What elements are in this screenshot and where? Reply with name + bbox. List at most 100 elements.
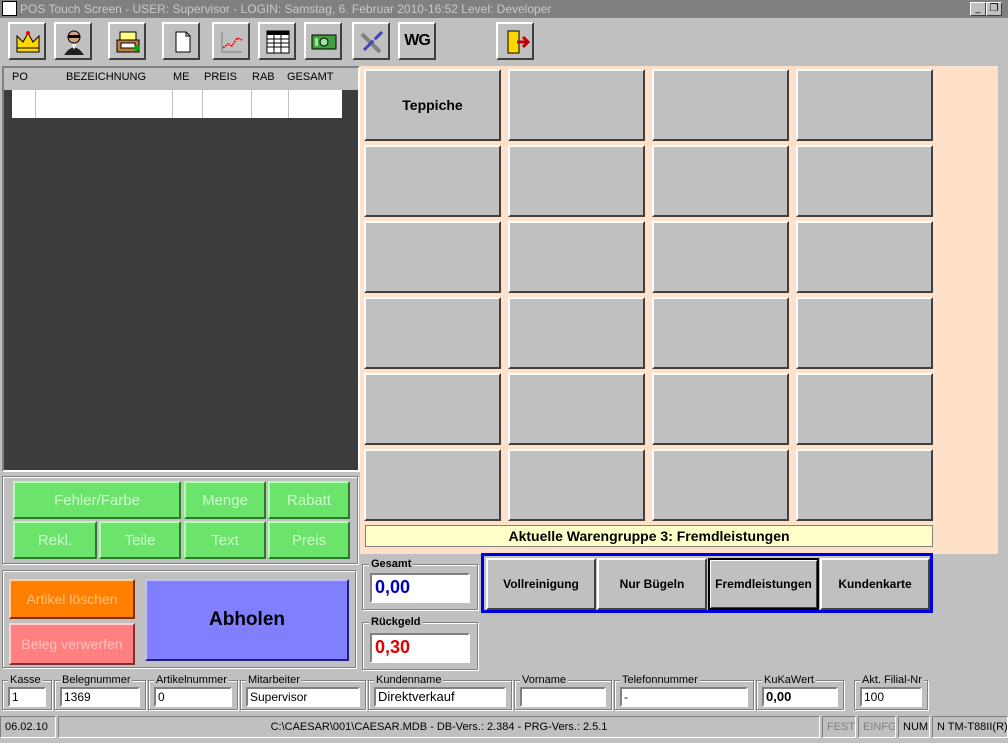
kundenname-field[interactable]: Direktverkauf — [374, 687, 506, 707]
product-button-empty[interactable] — [364, 373, 501, 445]
receipt-header: PO BEZEICHNUNG ME PREIS RAB GESAMT — [4, 68, 358, 90]
product-button-empty[interactable] — [796, 145, 933, 217]
status-einfg: EINFG — [858, 716, 896, 738]
app-icon — [2, 1, 17, 16]
product-button-empty[interactable] — [508, 69, 645, 141]
artikel-loeschen-button[interactable]: Artikel löschen — [9, 579, 135, 619]
rekl-button[interactable]: Rekl. — [13, 521, 97, 559]
table-button[interactable] — [258, 22, 296, 60]
column-gesamt: GESAMT — [287, 71, 334, 83]
product-button-empty[interactable] — [508, 373, 645, 445]
product-button-teppiche[interactable]: Teppiche — [364, 69, 501, 141]
product-button-empty[interactable] — [652, 145, 789, 217]
filial-field[interactable]: 100 — [860, 687, 922, 707]
cash-register-button[interactable] — [108, 22, 146, 60]
product-button-empty[interactable] — [796, 449, 933, 521]
receipt-table: PO BEZEICHNUNG ME PREIS RAB GESAMT — [2, 66, 360, 472]
chart-icon — [221, 32, 243, 53]
product-button-empty[interactable] — [652, 297, 789, 369]
rueckgeld-box: Rückgeld 0,30 — [362, 616, 478, 670]
kukawert-label: KuKaWert — [762, 674, 816, 686]
nur-buegeln-button[interactable]: Nur Bügeln — [597, 558, 707, 610]
kasse-field[interactable]: 1 — [8, 687, 46, 707]
exit-button[interactable] — [496, 22, 534, 60]
product-button-empty[interactable] — [508, 145, 645, 217]
beleg-verwerfen-button[interactable]: Beleg verwerfen — [9, 623, 135, 665]
crown-icon — [16, 31, 40, 53]
telefonnummer-field-group: Telefonnummer - — [614, 674, 754, 710]
fremdleistungen-button[interactable]: Fremdleistungen — [708, 558, 819, 610]
belegnummer-field[interactable]: 1369 — [60, 687, 140, 707]
tools-button[interactable] — [352, 22, 390, 60]
teile-button[interactable]: Teile — [99, 521, 181, 559]
cash-register-icon — [116, 31, 140, 53]
vollreinigung-button[interactable]: Vollreinigung — [486, 558, 596, 610]
column-preis: PREIS — [204, 71, 238, 83]
product-button-empty[interactable] — [652, 69, 789, 141]
kukawert-field-group: KuKaWert 0,00 — [756, 674, 844, 710]
person-button[interactable] — [54, 22, 92, 60]
product-grid: Teppiche — [360, 66, 998, 554]
mitarbeiter-field[interactable]: Supervisor — [246, 687, 360, 707]
table-row[interactable] — [12, 90, 342, 118]
product-button-empty[interactable] — [508, 221, 645, 293]
product-button-empty[interactable] — [364, 221, 501, 293]
filial-field-group: Akt. Filial-Nr 100 — [854, 674, 928, 710]
product-button-empty[interactable] — [652, 221, 789, 293]
product-button-empty[interactable] — [508, 297, 645, 369]
product-button-empty[interactable] — [652, 373, 789, 445]
mitarbeiter-label: Mitarbeiter — [246, 674, 302, 686]
product-button-empty[interactable] — [364, 449, 501, 521]
kundenkarte-button[interactable]: Kundenkarte — [820, 558, 930, 610]
telefonnummer-field[interactable]: - — [620, 687, 748, 707]
gesamt-label: Gesamt — [369, 558, 414, 570]
restore-button[interactable]: ❐ — [986, 2, 1002, 16]
rueckgeld-label: Rückgeld — [369, 616, 423, 628]
filial-label: Akt. Filial-Nr — [860, 674, 924, 686]
money-icon — [311, 34, 337, 50]
product-button-empty[interactable] — [796, 373, 933, 445]
preis-button[interactable]: Preis — [268, 521, 350, 559]
service-button-frame: Vollreinigung Nur Bügeln Fremdleistungen… — [481, 553, 933, 613]
column-po: PO — [12, 71, 28, 83]
artikelnummer-label: Artikelnummer — [154, 674, 229, 686]
belegnummer-label: Belegnummer — [60, 674, 133, 686]
menge-button[interactable]: Menge — [184, 481, 266, 519]
artikelnummer-field[interactable]: 0 — [154, 687, 232, 707]
title-bar: POS Touch Screen - USER: Supervisor - LO… — [0, 0, 1008, 18]
crown-button[interactable] — [8, 22, 46, 60]
kukawert-field[interactable]: 0,00 — [762, 687, 838, 707]
mitarbeiter-field-group: Mitarbeiter Supervisor — [240, 674, 366, 710]
status-path: C:\CAESAR\001\CAESAR.MDB - DB-Vers.: 2.3… — [58, 716, 820, 738]
rueckgeld-value: 0,30 — [370, 633, 470, 663]
product-button-empty[interactable] — [796, 297, 933, 369]
rabatt-button[interactable]: Rabatt — [268, 481, 350, 519]
fehler-farbe-button[interactable]: Fehler/Farbe — [13, 481, 181, 519]
money-button[interactable] — [304, 22, 342, 60]
kundenname-label: Kundenname — [374, 674, 444, 686]
chart-button[interactable] — [212, 22, 250, 60]
abholen-button[interactable]: Abholen — [145, 579, 349, 661]
product-button-empty[interactable] — [796, 69, 933, 141]
action-panel: Artikel löschen Beleg verwerfen Abholen — [2, 570, 356, 668]
kundenname-field-group: Kundenname Direktverkauf — [368, 674, 512, 710]
minimize-button[interactable]: _ — [970, 2, 986, 16]
document-icon — [175, 31, 191, 53]
exit-icon — [507, 30, 530, 54]
product-button-empty[interactable] — [364, 145, 501, 217]
window-title: POS Touch Screen - USER: Supervisor - LO… — [20, 2, 552, 16]
product-button-empty[interactable] — [652, 449, 789, 521]
warengruppe-bar: Aktuelle Warengruppe 3: Fremdleistungen — [365, 525, 933, 547]
product-button-empty[interactable] — [364, 297, 501, 369]
vorname-label: Vorname — [520, 674, 569, 686]
product-button-empty[interactable] — [796, 221, 933, 293]
document-button[interactable] — [162, 22, 200, 60]
product-button-empty[interactable] — [508, 449, 645, 521]
belegnummer-field-group: Belegnummer 1369 — [54, 674, 146, 710]
person-icon — [64, 30, 84, 55]
status-date: 06.02.10 — [0, 716, 56, 738]
column-rab: RAB — [252, 71, 275, 83]
text-button[interactable]: Text — [184, 521, 266, 559]
vorname-field[interactable] — [520, 687, 606, 707]
wg-button[interactable]: WG — [398, 22, 436, 60]
